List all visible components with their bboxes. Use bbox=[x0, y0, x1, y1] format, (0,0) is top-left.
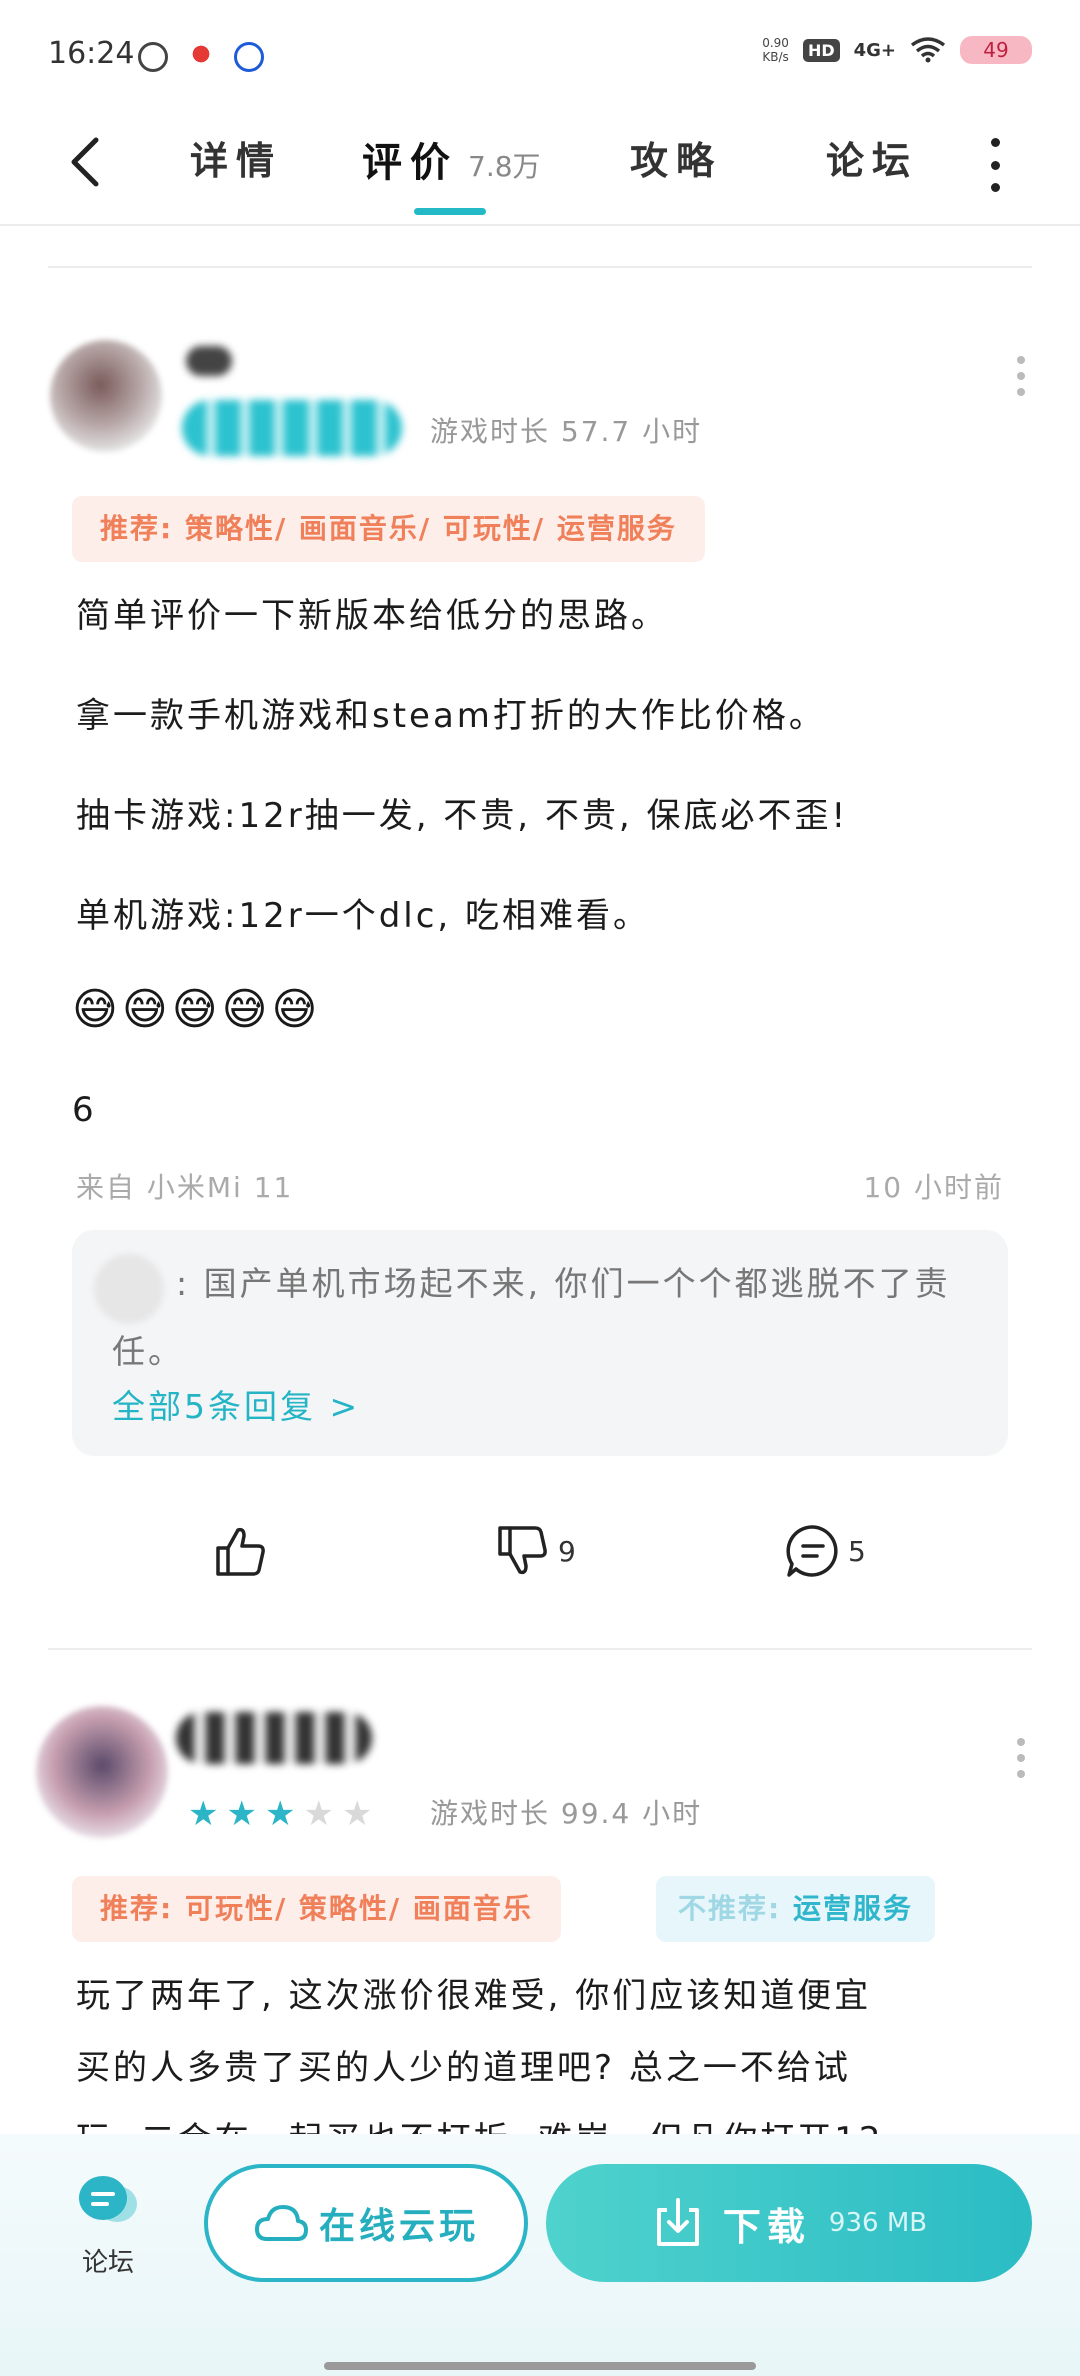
recommend-tag: 推荐: 策略性/ 画面音乐/ 可玩性/ 运营服务 bbox=[72, 496, 705, 562]
app-k-icon bbox=[138, 42, 168, 72]
review-time: 10 小时前 bbox=[863, 1171, 1004, 1204]
system-icons: 0.90 KB/s HD 4G+ 49 bbox=[762, 36, 1032, 64]
comment-icon bbox=[786, 1525, 838, 1577]
back-arrow-icon[interactable] bbox=[60, 132, 116, 192]
thumbs-down-icon bbox=[498, 1526, 547, 1575]
download-button[interactable]: 下载 936 MB bbox=[546, 2164, 1032, 2282]
comment-button[interactable]: 5 bbox=[784, 1522, 866, 1580]
browser-icon bbox=[234, 42, 264, 72]
divider bbox=[48, 266, 1032, 268]
review-count: 7.8万 bbox=[468, 150, 541, 183]
avatar[interactable] bbox=[36, 1706, 168, 1838]
star-rating: ★ ★ ★ ★ ★ bbox=[188, 1794, 372, 1834]
playtime: 游戏时长 57.7 小时 bbox=[430, 415, 703, 448]
review-text-line: 抽卡游戏:12r抽一发, 不贵, 不贵, 保底必不歪! bbox=[76, 796, 849, 836]
review-text-line: 简单评价一下新版本给低分的思路。 bbox=[76, 596, 668, 636]
tab-guides[interactable]: 攻略 bbox=[630, 130, 722, 185]
cloud-icon bbox=[254, 2205, 308, 2241]
device-info: 来自 小米Mi 11 bbox=[76, 1171, 294, 1204]
battery-indicator: 49 bbox=[960, 36, 1032, 64]
review-text-line: 买的人多贵了买的人少的道理吧? 总之一不给试 bbox=[76, 2048, 851, 2088]
username[interactable] bbox=[182, 400, 402, 456]
more-options-icon[interactable] bbox=[985, 138, 1005, 192]
recommend-tag: 推荐: 可玩性/ 策略性/ 画面音乐 bbox=[72, 1876, 561, 1942]
review-more-icon[interactable] bbox=[1014, 1738, 1028, 1778]
star-filled-icon: ★ bbox=[264, 1794, 296, 1834]
not-recommend-tag: 不推荐: 运营服务 bbox=[656, 1876, 935, 1942]
bottom-action-bar: 论坛 在线云玩 下载 936 MB bbox=[0, 2134, 1080, 2376]
like-button[interactable] bbox=[212, 1522, 270, 1580]
star-filled-icon: ★ bbox=[226, 1794, 257, 1834]
view-all-replies-link[interactable]: 全部5条回复 > bbox=[112, 1380, 360, 1428]
tab-details[interactable]: 详情 bbox=[190, 130, 282, 185]
dislike-count: 9 bbox=[558, 1534, 576, 1568]
status-bar: 16:24 0.90 KB/s HD 4G+ 49 bbox=[0, 0, 1080, 110]
notification-icons bbox=[138, 42, 264, 72]
review-text-line: 拿一款手机游戏和steam打折的大作比价格。 bbox=[76, 696, 826, 736]
map-pin-icon bbox=[186, 42, 216, 72]
review-text-line: 单机游戏:12r一个dlc, 吃相难看。 bbox=[76, 896, 651, 936]
status-time: 16:24 bbox=[48, 36, 135, 71]
review-text-line: 6 bbox=[72, 1090, 97, 1130]
home-indicator[interactable] bbox=[324, 2362, 756, 2370]
signal-icon: 4G+ bbox=[853, 39, 896, 61]
active-tab-indicator bbox=[414, 208, 486, 215]
username[interactable] bbox=[176, 1712, 372, 1764]
tab-reviews[interactable]: 评价 7.8万 bbox=[362, 130, 541, 188]
hd-badge: HD bbox=[802, 38, 840, 62]
avatar[interactable] bbox=[50, 340, 162, 452]
reply-text: : 国产单机市场起不来, 你们一个个都逃脱不了责任。 bbox=[112, 1264, 951, 1371]
review-text-line: 玩了两年了, 这次涨价很难受, 你们应该知道便宜 bbox=[76, 1976, 872, 2016]
emoji-line: 😅😅😅😅😅 bbox=[72, 984, 322, 1035]
star-filled-icon: ★ bbox=[188, 1794, 219, 1834]
net-speed: 0.90 KB/s bbox=[762, 36, 789, 64]
dislike-button[interactable]: 9 bbox=[494, 1522, 576, 1580]
divider bbox=[48, 1648, 1032, 1650]
star-empty-icon: ★ bbox=[303, 1794, 334, 1834]
reply-box[interactable]: : 国产单机市场起不来, 你们一个个都逃脱不了责任。 全部5条回复 > bbox=[72, 1230, 1008, 1456]
download-icon bbox=[656, 2198, 699, 2246]
cloud-play-button[interactable]: 在线云玩 bbox=[204, 2164, 528, 2282]
wifi-icon bbox=[910, 37, 946, 63]
download-size: 936 MB bbox=[828, 2208, 928, 2238]
forum-chat-icon bbox=[79, 2176, 137, 2222]
user-badge-icon bbox=[186, 346, 232, 376]
playtime: 游戏时长 99.4 小时 bbox=[430, 1797, 703, 1830]
tab-forum[interactable]: 论坛 bbox=[826, 130, 918, 185]
star-empty-icon: ★ bbox=[341, 1794, 373, 1834]
review-more-icon[interactable] bbox=[1014, 356, 1028, 396]
forum-button[interactable]: 论坛 bbox=[70, 2174, 146, 2279]
top-nav: 详情 评价 7.8万 攻略 论坛 bbox=[0, 110, 1080, 226]
comment-count: 5 bbox=[848, 1534, 866, 1568]
thumbs-up-icon bbox=[216, 1527, 265, 1576]
